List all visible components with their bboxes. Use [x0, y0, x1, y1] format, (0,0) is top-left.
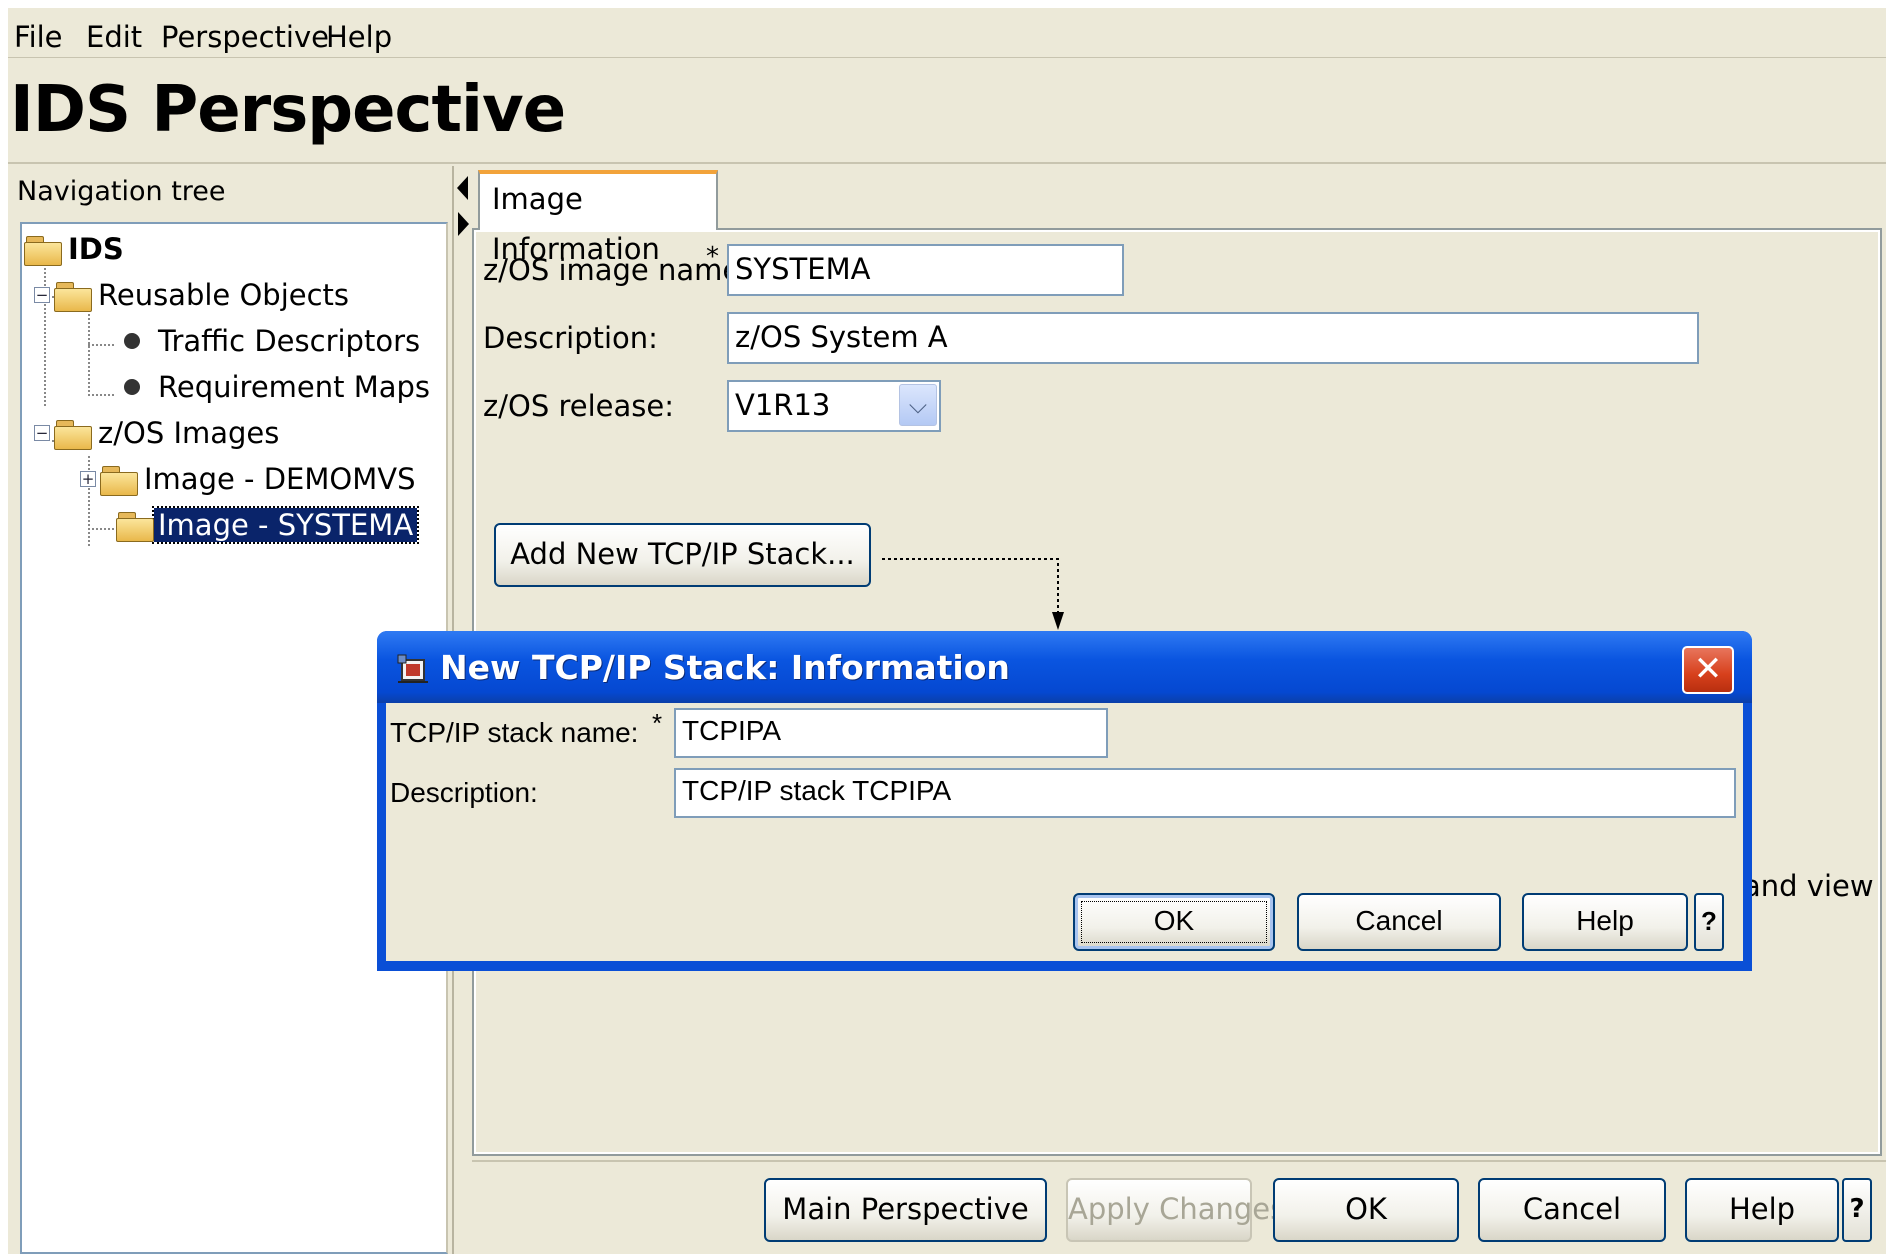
tree-connector	[88, 394, 114, 396]
add-tcpip-stack-button[interactable]: Add New TCP/IP Stack...	[494, 523, 871, 587]
expand-icon[interactable]: +	[80, 471, 96, 487]
app-window-icon	[397, 654, 428, 683]
tree-connector	[88, 528, 114, 530]
context-help-button[interactable]: ?	[1842, 1178, 1872, 1242]
release-select[interactable]: V1R13 ⌵	[727, 380, 941, 432]
chevron-down-icon[interactable]: ⌵	[899, 384, 937, 426]
dialog-cancel-button[interactable]: Cancel	[1297, 893, 1501, 951]
close-icon[interactable]: ✕	[1682, 646, 1734, 694]
menu-perspective[interactable]: Perspective	[161, 20, 329, 54]
folder-icon	[100, 464, 138, 496]
cancel-button[interactable]: Cancel	[1478, 1178, 1666, 1242]
required-marker: *	[652, 708, 663, 738]
page-title: IDS Perspective	[10, 73, 566, 147]
folder-icon	[54, 280, 92, 312]
collapse-icon[interactable]: −	[34, 425, 50, 441]
tab-image-information[interactable]: Image Information	[478, 170, 718, 266]
image-name-input[interactable]: SYSTEMA	[727, 244, 1124, 296]
description-label: Description:	[483, 321, 658, 355]
tree-node-label: z/OS Images	[98, 416, 280, 450]
tree-connector	[88, 310, 90, 396]
dialog-help-button[interactable]: Help	[1522, 893, 1688, 951]
required-marker: *	[706, 242, 719, 272]
tree-node-image-demomvs[interactable]: + Image - DEMOMVS	[80, 458, 416, 500]
tree-node-label: IDS	[68, 232, 124, 266]
tree-node-label: Traffic Descriptors	[158, 324, 421, 358]
divider	[472, 1160, 1886, 1162]
dialog-ok-button[interactable]: OK	[1073, 893, 1275, 951]
ok-button[interactable]: OK	[1273, 1178, 1459, 1242]
tree-node-reusable-objects[interactable]: − Reusable Objects	[34, 274, 349, 316]
tree-node-ids[interactable]: IDS	[24, 228, 124, 270]
main-perspective-button[interactable]: Main Perspective	[764, 1178, 1047, 1242]
tree-node-requirement-maps[interactable]: Requirement Maps	[124, 366, 430, 408]
navigation-tree-label: Navigation tree	[17, 176, 226, 207]
tree-node-label: Requirement Maps	[158, 370, 431, 404]
dialog-description-label: Description:	[390, 777, 538, 808]
stack-name-label: TCP/IP stack name:	[390, 717, 639, 748]
tree-node-image-systema[interactable]: Image - SYSTEMA	[116, 504, 420, 546]
folder-icon	[54, 418, 92, 450]
divider	[8, 162, 1886, 164]
leaf-bullet-icon	[124, 333, 140, 349]
folder-icon	[116, 510, 154, 542]
apply-changes-button[interactable]: Apply Changes	[1066, 1178, 1285, 1242]
menu-bar: File Edit Perspective Help	[8, 8, 1886, 58]
tree-node-label: Reusable Objects	[98, 278, 350, 312]
tree-node-label: Image - SYSTEMA	[151, 506, 420, 544]
description-input[interactable]: z/OS System A	[727, 312, 1699, 364]
dialog-context-help-button[interactable]: ?	[1694, 893, 1724, 951]
dialog-title: New TCP/IP Stack: Information	[440, 648, 1010, 687]
tree-node-label: Image - DEMOMVS	[144, 462, 416, 496]
splitter-arrows-icon[interactable]	[454, 172, 472, 242]
focus-ring	[1081, 901, 1267, 943]
collapse-icon[interactable]: −	[34, 287, 50, 303]
leaf-bullet-icon	[124, 379, 140, 395]
tree-node-traffic-descriptors[interactable]: Traffic Descriptors	[124, 320, 420, 362]
dialog-description-input[interactable]: TCP/IP stack TCPIPA	[674, 768, 1736, 818]
partial-text: and view	[1743, 869, 1874, 903]
connector-arrow-icon	[882, 558, 1064, 630]
release-label: z/OS release:	[483, 389, 674, 423]
tree-connector	[88, 344, 114, 346]
stack-name-input[interactable]: TCPIPA	[674, 708, 1108, 758]
menu-edit[interactable]: Edit	[86, 20, 142, 54]
menu-help[interactable]: Help	[326, 20, 392, 54]
tree-node-zos-images[interactable]: − z/OS Images	[34, 412, 279, 454]
menu-file[interactable]: File	[14, 20, 63, 54]
folder-icon	[24, 234, 62, 266]
help-button[interactable]: Help	[1685, 1178, 1839, 1242]
release-select-value: V1R13	[735, 388, 831, 422]
